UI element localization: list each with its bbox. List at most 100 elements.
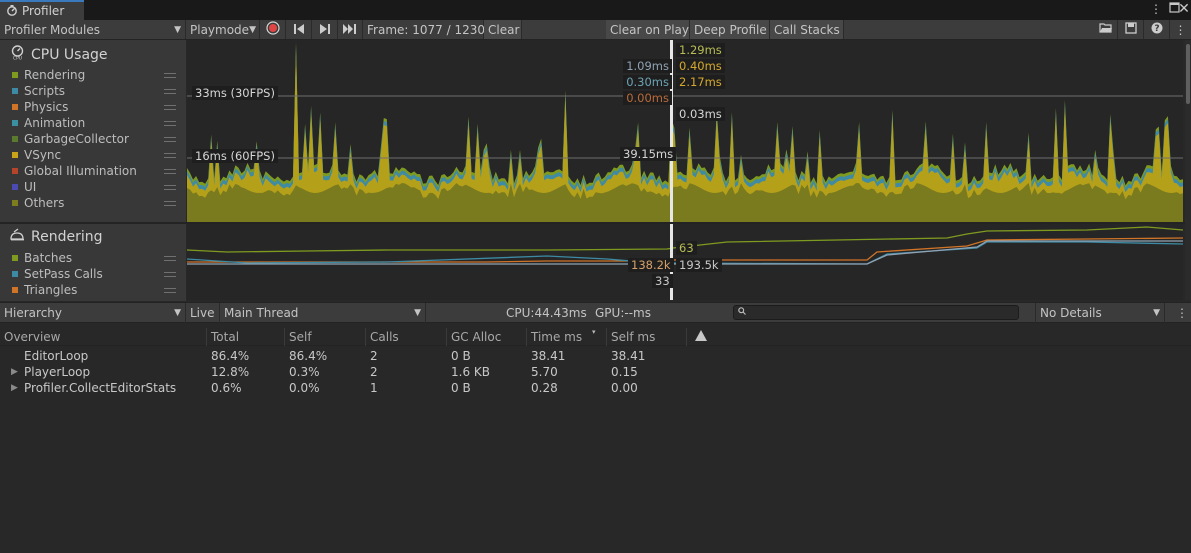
drag-handle-icon[interactable]	[164, 88, 176, 94]
legend-swatch	[12, 255, 18, 261]
rendering-module-title: Rendering	[31, 228, 103, 245]
legend-item[interactable]: Batches	[12, 250, 182, 266]
drag-handle-icon[interactable]	[164, 72, 176, 78]
table-cell-self: 86.4%	[289, 349, 328, 363]
record-button[interactable]	[260, 20, 286, 39]
previous-frame-button[interactable]	[286, 20, 312, 39]
playmode-dropdown[interactable]: Playmode ▼	[186, 20, 260, 39]
cpu-usage-module[interactable]: CPU CPU Usage	[10, 45, 108, 64]
live-label: Live	[190, 306, 215, 320]
table-row[interactable]: ▶ Profiler.CollectEditorStats 0.6% 0.0% 1 0 B…	[0, 380, 1191, 396]
window-tab-bar	[0, 0, 1191, 20]
table-row[interactable]: ▶ PlayerLoop 12.8% 0.3% 2 1.6 KB 5.70 0.15	[0, 364, 1191, 380]
column-header[interactable]: Overview	[0, 328, 206, 346]
dropdown-arrow-icon: ▼	[174, 308, 181, 318]
search-field[interactable]	[733, 305, 1019, 320]
legend-label: SetPass Calls	[24, 267, 103, 281]
deep-profile-toggle[interactable]: Deep Profile	[690, 20, 770, 39]
legend-swatch	[12, 200, 18, 206]
cpu-readout: 0.03ms	[676, 107, 725, 121]
drag-handle-icon[interactable]	[164, 120, 176, 126]
triangles-readout: 138.2k	[628, 258, 674, 272]
profiler-tab[interactable]: Profiler	[0, 0, 84, 20]
expand-arrow-icon[interactable]: ▶	[11, 380, 18, 396]
30fps-label: 33ms (30FPS)	[192, 86, 278, 100]
drag-handle-icon[interactable]	[164, 104, 176, 110]
more-options-icon[interactable]: ⋮	[1148, 1, 1164, 17]
legend-swatch	[12, 120, 18, 126]
legend-label: Rendering	[24, 68, 86, 82]
call-stacks-toggle[interactable]: Call Stacks	[770, 20, 844, 39]
drag-handle-icon[interactable]	[164, 168, 176, 174]
column-header[interactable]: Calls	[365, 328, 446, 346]
table-cell-time: 5.70	[531, 365, 558, 379]
clear-button[interactable]: Clear	[484, 20, 522, 39]
drag-handle-icon[interactable]	[164, 287, 176, 293]
help-button[interactable]: ?	[1144, 20, 1170, 39]
drag-handle-icon[interactable]	[164, 184, 176, 190]
vertices-readout: 193.5k	[676, 258, 722, 272]
table-cell-time: 0.28	[531, 381, 558, 395]
legend-item[interactable]: VSync	[12, 147, 182, 163]
details-dropdown[interactable]: No Details ▼	[1035, 303, 1165, 323]
warning-column-icon[interactable]	[686, 328, 710, 346]
legend-item[interactable]: Physics	[12, 99, 182, 115]
drag-handle-icon[interactable]	[164, 136, 176, 142]
clear-on-play-toggle[interactable]: Clear on Play	[606, 20, 690, 39]
legend-swatch	[12, 72, 18, 78]
legend-item[interactable]: GarbageCollector	[12, 131, 182, 147]
legend-item[interactable]: Rendering	[12, 67, 182, 83]
legend-label: Animation	[24, 116, 86, 130]
call-stacks-label: Call Stacks	[774, 22, 840, 37]
search-icon	[738, 307, 746, 318]
thread-dropdown-label: Main Thread	[224, 306, 299, 320]
save-button[interactable]	[1118, 20, 1144, 39]
next-frame-icon	[319, 23, 331, 37]
table-cell-self: 0.0%	[289, 381, 320, 395]
legend-label: Triangles	[24, 283, 78, 297]
table-cell-gc: 1.6 KB	[451, 365, 490, 379]
cpu-readout: 0.40ms	[676, 59, 725, 73]
thread-dropdown[interactable]: Main Thread ▼	[220, 303, 426, 323]
table-cell-time: 38.41	[531, 349, 566, 363]
table-cell-name: EditorLoop	[24, 349, 89, 363]
drag-handle-icon[interactable]	[164, 255, 176, 261]
drag-handle-icon[interactable]	[164, 271, 176, 277]
view-dropdown[interactable]: Hierarchy ▼	[0, 303, 186, 323]
profiler-modules-dropdown[interactable]: Profiler Modules ▼	[0, 20, 186, 39]
legend-item[interactable]: Scripts	[12, 83, 182, 99]
column-header[interactable]: Total	[206, 328, 284, 346]
next-frame-button[interactable]	[312, 20, 338, 39]
drag-handle-icon[interactable]	[164, 152, 176, 158]
toolbar-more-icon[interactable]: ⋮	[1170, 20, 1191, 39]
cpu-readout: 0.30ms	[623, 75, 672, 89]
legend-item[interactable]: Global Illumination	[12, 163, 182, 179]
legend-item[interactable]: Triangles	[12, 282, 182, 298]
dropdown-arrow-icon: ▼	[174, 24, 181, 35]
help-icon: ?	[1151, 22, 1163, 37]
legend-item[interactable]: Animation	[12, 115, 182, 131]
legend-swatch	[12, 88, 18, 94]
clear-on-play-label: Clear on Play	[610, 22, 689, 37]
column-header[interactable]: GC Alloc	[446, 328, 526, 346]
drag-handle-icon[interactable]	[164, 200, 176, 206]
table-cell-gc: 0 B	[451, 349, 471, 363]
legend-item[interactable]: SetPass Calls	[12, 266, 182, 282]
rendering-module[interactable]: Rendering	[10, 228, 103, 245]
column-header[interactable]: Self ms	[606, 328, 686, 346]
column-header[interactable]: Self	[284, 328, 365, 346]
table-cell-total: 0.6%	[211, 381, 242, 395]
details-more-icon[interactable]: ⋮	[1172, 303, 1191, 323]
legend-item[interactable]: Others	[12, 195, 182, 211]
close-icon[interactable]: ✕	[1176, 1, 1191, 17]
legend-label: Global Illumination	[24, 164, 137, 178]
table-row[interactable]: EditorLoop 86.4% 86.4% 2 0 B 38.41 38.41	[0, 348, 1191, 364]
live-toggle[interactable]: Live	[186, 303, 220, 323]
legend-item[interactable]: UI	[12, 179, 182, 195]
current-frame-button[interactable]	[338, 20, 363, 39]
chart-scrollbar-thumb[interactable]	[1186, 44, 1190, 104]
expand-arrow-icon[interactable]: ▶	[11, 364, 18, 380]
table-cell-calls: 2	[370, 349, 378, 363]
legend-swatch	[12, 168, 18, 174]
load-button[interactable]	[1094, 20, 1118, 39]
